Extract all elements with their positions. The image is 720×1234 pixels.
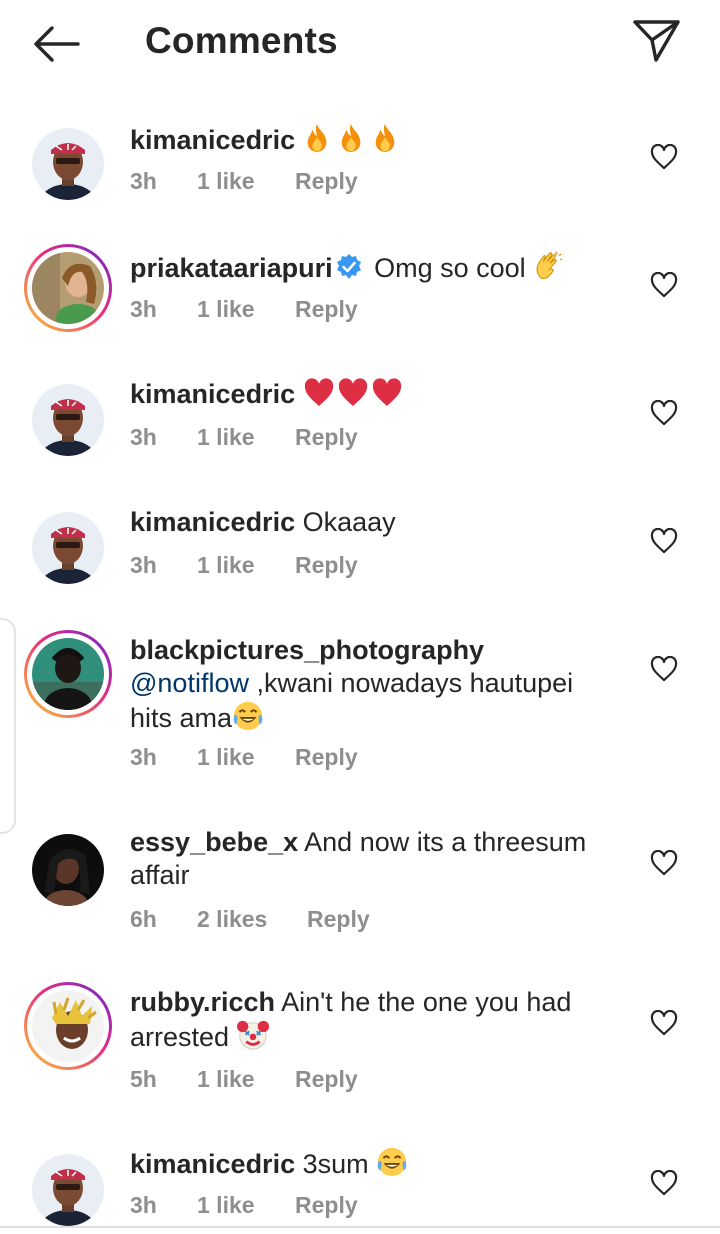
comment-username[interactable]: kimanicedric <box>130 507 295 537</box>
comment-text: rubby.ricch Ain't he the one you had arr… <box>130 986 620 1059</box>
reply-button[interactable]: Reply <box>295 1192 358 1219</box>
comment-item: kimanicedric 3sum 3h 1 like Reply <box>0 1146 720 1226</box>
comment-likes[interactable]: 1 like <box>197 296 255 323</box>
reply-button[interactable]: Reply <box>295 552 358 579</box>
reply-button[interactable]: Reply <box>295 168 358 195</box>
comment-likes[interactable]: 1 like <box>197 552 255 579</box>
comment-username[interactable]: essy_bebe_x <box>130 827 298 857</box>
comment-body: Okaaay <box>302 507 396 537</box>
comment-username[interactable]: blackpictures_photography <box>130 635 484 665</box>
avatar[interactable] <box>24 504 112 592</box>
comment-text: kimanicedric <box>130 122 620 162</box>
red-heart-icon <box>371 378 403 416</box>
reply-button[interactable]: Reply <box>295 424 358 451</box>
laughing-tears-icon <box>232 700 264 740</box>
comment-time: 3h <box>130 1192 157 1218</box>
comment-item: essy_bebe_x And now its a threesum affai… <box>0 826 720 946</box>
like-heart-icon[interactable] <box>650 400 678 426</box>
comment-body: 3sum <box>302 1149 377 1179</box>
direct-message-icon[interactable] <box>630 16 684 66</box>
comment-likes[interactable]: 1 like <box>197 1066 255 1093</box>
comment-text: kimanicedric Okaaay <box>130 506 620 539</box>
verified-badge-icon <box>335 253 363 289</box>
comment-likes[interactable]: 1 like <box>197 168 255 195</box>
fire-icon <box>371 122 399 162</box>
comment-likes[interactable]: 2 likes <box>197 906 267 933</box>
comment-item: rubby.ricch Ain't he the one you had arr… <box>0 982 720 1102</box>
comment-username[interactable]: priakataariapuri <box>130 253 333 283</box>
comment-time: 3h <box>130 296 157 322</box>
back-arrow-icon[interactable] <box>28 20 84 68</box>
fire-icon <box>337 122 365 162</box>
comment-likes[interactable]: 1 like <box>197 1192 255 1219</box>
comment-time: 3h <box>130 424 157 450</box>
comment-item: blackpictures_photography @notiflow ,kwa… <box>0 630 720 780</box>
red-heart-icon <box>337 378 369 416</box>
clapping-hand-icon <box>533 250 563 290</box>
like-heart-icon[interactable] <box>650 850 678 876</box>
comment-item: kimanicedric Okaaay 3h 1 like Reply <box>0 504 720 599</box>
reply-button[interactable]: Reply <box>295 744 358 771</box>
reply-button[interactable]: Reply <box>295 296 358 323</box>
comment-time: 3h <box>130 552 157 578</box>
comment-text: priakataariapuri Omg so cool <box>130 250 620 290</box>
comment-username[interactable]: kimanicedric <box>130 379 295 409</box>
like-heart-icon[interactable] <box>650 1170 678 1196</box>
avatar[interactable] <box>24 982 112 1070</box>
mention-link[interactable]: @notiflow <box>130 668 249 698</box>
clown-face-icon <box>237 1019 269 1059</box>
like-heart-icon[interactable] <box>650 1010 678 1036</box>
avatar[interactable] <box>24 244 112 332</box>
comment-text: kimanicedric <box>130 378 620 416</box>
red-heart-icon <box>303 378 335 416</box>
avatar[interactable] <box>24 826 112 914</box>
comment-username[interactable]: rubby.ricch <box>130 987 275 1017</box>
comment-text: kimanicedric 3sum <box>130 1146 620 1186</box>
comment-time: 5h <box>130 1066 157 1092</box>
comment-body: Omg so cool <box>374 253 534 283</box>
comment-time: 6h <box>130 906 157 932</box>
fire-icon <box>303 122 331 162</box>
comment-likes[interactable]: 1 like <box>197 424 255 451</box>
avatar[interactable] <box>24 630 112 718</box>
avatar[interactable] <box>24 376 112 464</box>
avatar[interactable] <box>24 1146 112 1234</box>
comment-text: blackpictures_photography @notiflow ,kwa… <box>130 634 620 740</box>
laughing-tears-icon <box>376 1146 408 1186</box>
like-heart-icon[interactable] <box>650 272 678 298</box>
comment-username[interactable]: kimanicedric <box>130 1149 295 1179</box>
bottom-divider <box>0 1226 720 1228</box>
comment-time: 3h <box>130 168 157 194</box>
avatar[interactable] <box>24 120 112 208</box>
page-title: Comments <box>145 20 338 61</box>
comment-time: 3h <box>130 744 157 770</box>
reply-button[interactable]: Reply <box>307 906 370 933</box>
comment-item: priakataariapuri Omg so cool 3h 1 like R… <box>0 244 720 339</box>
reply-button[interactable]: Reply <box>295 1066 358 1093</box>
comment-likes[interactable]: 1 like <box>197 744 255 771</box>
top-bar: Comments <box>0 0 720 88</box>
like-heart-icon[interactable] <box>650 144 678 170</box>
comment-username[interactable]: kimanicedric <box>130 125 295 155</box>
comment-item: kimanicedric 3h 1 like Reply <box>0 376 720 471</box>
comment-text: essy_bebe_x And now its a threesum affai… <box>130 826 620 892</box>
like-heart-icon[interactable] <box>650 656 678 682</box>
like-heart-icon[interactable] <box>650 528 678 554</box>
comment-item: kimanicedric 3h 1 like Reply <box>0 120 720 215</box>
